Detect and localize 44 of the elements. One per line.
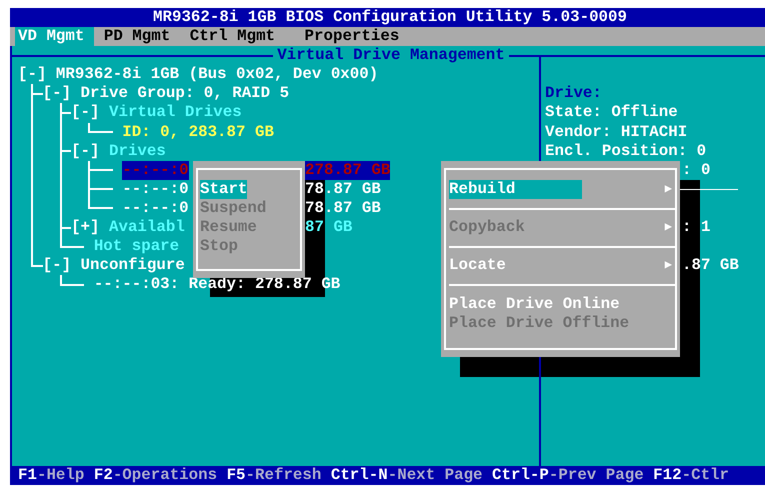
tree-item[interactable]: Availabl: [108, 218, 185, 238]
shortcut-hint: F5-Refresh: [226, 466, 322, 486]
shortcut-hint: Ctrl-P-Prev Page: [492, 466, 644, 486]
details-text: Encl. Position: 0: [544, 142, 706, 160]
shortcut-hint: F1-Help: [18, 466, 84, 486]
tree-item[interactable]: --:--:0: [122, 160, 189, 180]
details-text: : 0: [682, 160, 710, 180]
menu-item[interactable]: Rebuild: [449, 180, 582, 200]
expand-toggle[interactable]: [-]: [71, 142, 100, 161]
tree-item[interactable]: Virtual Drives: [108, 103, 242, 123]
tab[interactable]: Properties: [302, 27, 409, 46]
shortcut-hint: F2-Operations: [94, 466, 218, 486]
shortcut-hint: Ctrl-N-Next Page: [330, 466, 483, 486]
title-bar: MR9362-8i 1GB BIOS Configuration Utility 5.03-0009: [10, 8, 765, 28]
tree-item[interactable]: Drive Group: 0, RAID 5: [80, 84, 290, 104]
tree-item[interactable]: Drives: [108, 142, 166, 161]
submenu-arrow: ▶: [664, 257, 672, 274]
tab[interactable]: PD Mgmt: [100, 27, 180, 46]
tree-item[interactable]: --:--:0: [122, 198, 189, 218]
tree-item[interactable]: Unconfigure: [80, 256, 185, 276]
tab[interactable]: Ctrl Mgmt: [186, 27, 285, 46]
menu-item[interactable]: Start: [200, 180, 248, 200]
tree-item-size: 87 GB: [305, 218, 352, 238]
submenu-arrow: ▶: [664, 219, 672, 236]
expand-toggle[interactable]: [-]: [71, 103, 100, 123]
tree-item[interactable]: MR9362-8i 1GB (Bus 0x02, Dev 0x00): [56, 65, 378, 84]
tree-item[interactable]: Hot spare: [94, 237, 180, 256]
tree-item-size: 278.87 GB: [305, 160, 390, 180]
details-text: State: Offline: [544, 103, 678, 122]
expand-toggle[interactable]: [-]: [42, 84, 72, 104]
details-text: Vendor: HITACHI: [544, 122, 688, 141]
expand-toggle[interactable]: [-]: [42, 256, 72, 276]
submenu-arrow: ▶: [664, 181, 672, 198]
menu-item[interactable]: Locate: [449, 256, 582, 276]
tree-item[interactable]: ID: 0, 283.87 GB: [122, 122, 274, 142]
details-heading: Drive:: [544, 84, 602, 102]
menu-item[interactable]: Place Drive Online: [449, 294, 620, 314]
shortcut-hint: F12-Ctlr: [653, 466, 730, 486]
details-text: : 1: [682, 218, 710, 238]
expand-toggle[interactable]: [+]: [71, 218, 100, 238]
tab[interactable]: VD Mgmt: [15, 27, 94, 46]
expand-toggle[interactable]: [-]: [18, 65, 46, 84]
panel-heading: Virtual Drive Management: [272, 46, 510, 66]
tree-item[interactable]: --:--:0: [122, 180, 189, 199]
